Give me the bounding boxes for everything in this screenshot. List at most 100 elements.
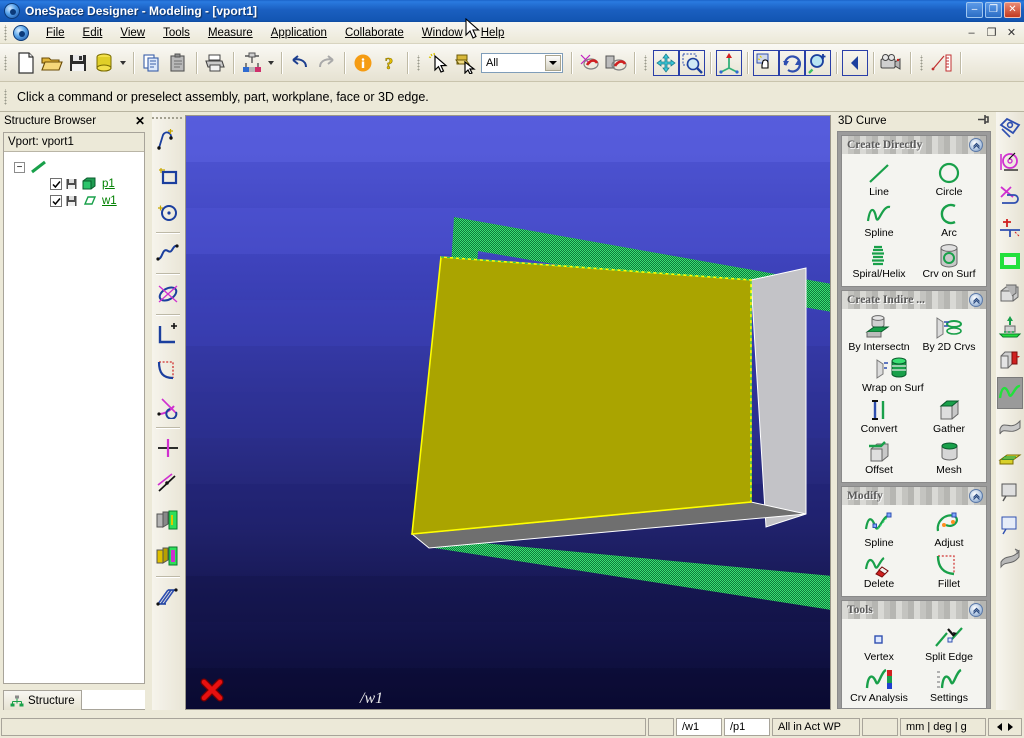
trim-icon[interactable] [153,389,183,425]
menu-item-window[interactable]: Window [413,24,472,42]
select-box-icon[interactable] [452,50,478,76]
select-pointer-icon[interactable] [426,50,452,76]
database-icon[interactable] [91,50,117,76]
extrude-icon[interactable] [997,311,1023,343]
menu-item-tools[interactable]: Tools [154,24,199,42]
menu-drag-grip[interactable] [3,24,10,41]
pan-icon[interactable] [753,49,779,76]
command-settings[interactable]: Settings [914,664,984,705]
chevron-up-icon[interactable] [969,603,983,617]
toolbar-drag-grip-1[interactable] [3,54,10,71]
database-dropdown-arrow[interactable] [117,50,128,76]
command-mesh[interactable]: Mesh [914,436,984,477]
sketch-plane-icon[interactable] [997,113,1023,145]
node-checkbox-w1[interactable] [50,195,62,207]
tree-expander[interactable]: − [14,161,25,173]
command-split-edge[interactable]: Split Edge [914,623,984,664]
sheet-metal-icon[interactable] [997,443,1023,475]
prev-view-icon[interactable] [842,49,868,76]
group-tools-header[interactable]: Tools [842,601,986,619]
new-file-icon[interactable] [13,50,39,76]
annotation-icon[interactable] [997,476,1023,508]
fit-view-icon[interactable] [653,49,679,76]
redo-icon[interactable] [313,50,339,76]
menu-item-file[interactable]: File [37,24,74,42]
list-item-label[interactable]: p1 [102,178,115,190]
toolbar-drag-grip-2[interactable] [416,54,423,71]
command-gather[interactable]: Gather [914,395,984,436]
command-fillet[interactable]: Fillet [914,550,984,591]
command-spline[interactable]: Spline [844,199,914,240]
nav-next-icon[interactable] [1008,723,1013,731]
status-part-cell[interactable]: /p1 [724,718,770,736]
list-item-label[interactable]: w1 [102,195,117,207]
menu-item-edit[interactable]: Edit [74,24,112,42]
menu-gear-icon[interactable] [13,24,29,41]
center-line-icon[interactable] [153,430,183,466]
surface-square-icon[interactable] [997,245,1023,277]
pin-icon[interactable] [977,113,990,129]
group-create-directly-header[interactable]: Create Directly [842,136,986,154]
ellipse-icon[interactable] [153,276,183,312]
box-cut-icon[interactable] [997,344,1023,376]
command-wrap-on-surf[interactable]: Wrap on Surf [844,354,984,395]
command-by-2d-crvs[interactable]: By 2D Crvs [914,313,984,354]
axis-icon[interactable] [716,49,742,76]
curve-2d-icon[interactable] [997,179,1023,211]
camera-icon[interactable] [879,50,905,76]
chevron-up-icon[interactable] [969,489,983,503]
menu-item-measure[interactable]: Measure [199,24,262,42]
save-icon[interactable] [65,50,91,76]
status-scope-cell[interactable]: All in Act WP [772,718,860,736]
extrude-profile2-icon[interactable] [153,538,183,574]
chevron-up-icon[interactable] [969,293,983,307]
selection-filter-combo[interactable]: All [481,52,563,73]
solid-feature-icon[interactable] [997,278,1023,310]
menu-item-application[interactable]: Application [262,24,336,42]
close-icon[interactable]: ✕ [135,114,145,128]
toolbar-drag-grip-4[interactable] [919,54,926,71]
rail-drag-grip[interactable] [152,112,184,122]
mdi-minimize-button[interactable]: – [965,26,978,40]
fillet-2d-icon[interactable] [153,353,183,389]
measure-icon[interactable] [929,50,955,76]
command-modify-spline[interactable]: Spline [844,509,914,550]
dimension-icon[interactable] [997,212,1023,244]
rotate-icon[interactable] [779,49,805,76]
viewport-3d[interactable]: /w1 [185,115,831,710]
command-by-intersectn[interactable]: By Intersectn [844,313,914,354]
node-checkbox-p1[interactable] [50,178,62,190]
command-offset[interactable]: Offset [844,436,914,477]
help-icon[interactable]: ? [376,50,402,76]
status-blank-cell[interactable] [862,718,898,736]
mdi-close-button[interactable]: ✕ [1005,26,1018,40]
open-file-icon[interactable] [39,50,65,76]
corner-icon[interactable] [153,317,183,353]
status-workplane-cell[interactable]: /w1 [676,718,722,736]
tab-structure[interactable]: Structure [3,690,82,710]
command-adjust[interactable]: Adjust [914,509,984,550]
circle-construct-icon[interactable] [997,146,1023,178]
spline-2d-icon[interactable] [153,235,183,271]
status-units-cell[interactable]: mm | deg | g [900,718,986,736]
extrude-profile-icon[interactable] [153,502,183,538]
command-convert[interactable]: Convert [844,395,914,436]
sweep-icon[interactable] [153,579,183,615]
command-line[interactable]: Line [844,158,914,199]
toolbar-drag-grip-3[interactable] [643,54,650,71]
mdi-restore-button[interactable]: ❐ [985,26,998,40]
command-crv-analysis[interactable]: Crv Analysis [844,664,914,705]
info-icon[interactable] [350,50,376,76]
close-button[interactable]: ✕ [1004,2,1021,18]
polyline-2d-icon[interactable] [153,122,183,158]
curve-3d-icon[interactable] [997,377,1023,409]
command-arc[interactable]: Arc [914,199,984,240]
drawing-icon[interactable] [997,509,1023,541]
menu-item-view[interactable]: View [111,24,154,42]
maximize-button[interactable]: ❐ [985,2,1002,18]
command-circle[interactable]: Circle [914,158,984,199]
zoom-in-icon[interactable] [805,49,831,76]
print-icon[interactable] [202,50,228,76]
nav-prev-icon[interactable] [997,723,1002,731]
tree-root-node[interactable]: − [14,160,144,174]
